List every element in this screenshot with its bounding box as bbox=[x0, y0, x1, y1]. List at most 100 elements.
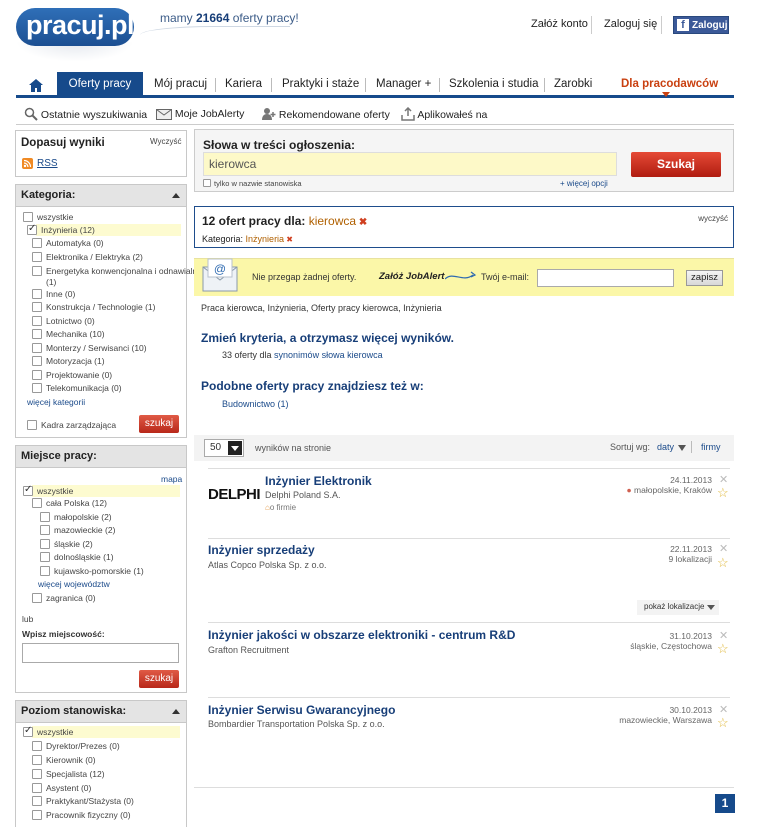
checkbox[interactable] bbox=[32, 356, 42, 366]
synonyms-link[interactable]: synonimów słowa kierowca bbox=[274, 350, 383, 360]
applied-link[interactable]: Aplikowałeś na bbox=[401, 106, 487, 121]
checkbox[interactable] bbox=[32, 238, 42, 248]
recent-searches-link[interactable]: Ostatnie wyszukiwania bbox=[24, 107, 147, 121]
checkbox[interactable] bbox=[32, 370, 42, 380]
tab-szkolenia[interactable]: Szkolenia i studia bbox=[449, 72, 539, 98]
synonyms-line: 33 oferty dla synonimów słowa kierowca bbox=[222, 350, 383, 360]
star-icon[interactable]: ☆ bbox=[717, 555, 729, 571]
more-regions-link[interactable]: więcej województw bbox=[38, 579, 110, 589]
checkbox[interactable] bbox=[40, 552, 50, 562]
tab-zarobki[interactable]: Zarobki bbox=[554, 72, 592, 98]
search-input[interactable]: kierowca bbox=[203, 152, 617, 176]
checkbox[interactable] bbox=[32, 783, 42, 793]
job-title-link[interactable]: Inżynier sprzedaży bbox=[208, 543, 315, 557]
checkbox[interactable] bbox=[32, 810, 42, 820]
save-button[interactable]: zapisz bbox=[686, 270, 723, 286]
show-locations-button[interactable]: pokaż lokalizacje bbox=[637, 600, 719, 615]
checkbox[interactable] bbox=[40, 512, 50, 522]
refine-title: Dopasuj wyniki bbox=[21, 137, 105, 149]
star-icon[interactable]: ☆ bbox=[717, 641, 729, 657]
map-link[interactable]: mapa bbox=[161, 474, 182, 484]
budownictwo-link[interactable]: Budownictwo (1) bbox=[222, 399, 289, 409]
login-link[interactable]: Zaloguj się bbox=[604, 18, 657, 30]
email-input[interactable] bbox=[537, 269, 674, 287]
divider bbox=[661, 16, 662, 34]
checkbox[interactable] bbox=[40, 525, 50, 535]
checkbox[interactable] bbox=[32, 593, 42, 603]
tab-moj-pracuj[interactable]: Mój pracuj bbox=[154, 72, 207, 98]
checkbox[interactable] bbox=[32, 316, 42, 326]
checkbox[interactable] bbox=[27, 420, 37, 430]
clear-filters-link[interactable]: wyczyść bbox=[698, 214, 728, 223]
my-jobalerts-link[interactable]: Moje JobAlerty bbox=[156, 107, 244, 120]
job-title-link[interactable]: Inżynier jakości w obszarze elektroniki … bbox=[208, 628, 515, 642]
sort-date-link[interactable]: daty bbox=[657, 442, 674, 452]
checkbox[interactable] bbox=[32, 383, 42, 393]
checkbox[interactable] bbox=[32, 741, 42, 751]
page-1-button[interactable]: 1 bbox=[715, 794, 735, 813]
checkbox[interactable] bbox=[40, 566, 50, 576]
more-options-link[interactable]: + więcej opcji bbox=[560, 179, 608, 188]
level-header[interactable]: Poziom stanowiska: bbox=[16, 701, 186, 723]
checkbox[interactable] bbox=[32, 302, 42, 312]
category-option: Inne (0) bbox=[46, 289, 76, 299]
remove-filter-icon[interactable]: ✖ bbox=[284, 235, 293, 244]
checkbox[interactable] bbox=[32, 289, 42, 299]
hide-job-icon[interactable]: ✕ bbox=[719, 542, 728, 555]
job-company: Delphi Poland S.A. bbox=[265, 490, 341, 500]
create-account-link[interactable]: Załóż konto bbox=[531, 18, 588, 30]
results-count: 12 ofert pracy dla: kierowca ✖ bbox=[202, 214, 368, 228]
title-only-checkbox[interactable] bbox=[203, 179, 211, 187]
checkbox[interactable] bbox=[32, 343, 42, 353]
clear-link[interactable]: Wyczyść bbox=[150, 137, 181, 146]
create-jobalert-link[interactable]: Załóż JobAlert bbox=[379, 271, 444, 282]
location-header[interactable]: Miejsce pracy: bbox=[16, 446, 186, 468]
divider bbox=[591, 16, 592, 34]
category-header[interactable]: Kategoria: bbox=[16, 185, 186, 207]
category-search-button[interactable]: szukaj bbox=[139, 415, 179, 433]
checkbox[interactable] bbox=[32, 498, 42, 508]
checkbox[interactable] bbox=[32, 266, 42, 276]
checkbox[interactable] bbox=[23, 725, 33, 737]
more-categories-link[interactable]: więcej kategorii bbox=[27, 397, 85, 407]
listing-toolbar: 50 wyników na stronie Sortuj wg: daty fi… bbox=[194, 435, 734, 461]
facebook-login-button[interactable]: f Zaloguj bbox=[673, 16, 729, 34]
checkbox[interactable] bbox=[32, 755, 42, 765]
about-company-link[interactable]: ⌂o firmie bbox=[265, 503, 296, 512]
home-tab[interactable] bbox=[16, 72, 56, 98]
star-icon[interactable]: ☆ bbox=[717, 715, 729, 731]
svg-text:@: @ bbox=[214, 262, 226, 276]
star-icon[interactable]: ☆ bbox=[717, 485, 729, 501]
tab-manager[interactable]: Manager + bbox=[376, 72, 431, 98]
per-page-select[interactable]: 50 bbox=[204, 439, 244, 457]
collapse-icon[interactable] bbox=[172, 193, 180, 198]
site-logo[interactable]: pracuj.pl bbox=[16, 8, 135, 46]
collapse-icon[interactable] bbox=[172, 709, 180, 714]
checkbox[interactable] bbox=[32, 329, 42, 339]
recommended-offers-link[interactable]: Rekomendowane oferty bbox=[262, 107, 390, 121]
checkbox[interactable] bbox=[32, 252, 42, 262]
tab-kariera[interactable]: Kariera bbox=[225, 72, 262, 98]
job-title-link[interactable]: Inżynier Serwisu Gwarancyjnego bbox=[208, 703, 395, 717]
checkbox[interactable] bbox=[23, 484, 33, 496]
rss-icon bbox=[22, 158, 33, 169]
job-date: 30.10.2013 bbox=[669, 705, 712, 715]
job-date: 24.11.2013 bbox=[670, 475, 712, 485]
job-company: Bombardier Transportation Polska Sp. z o… bbox=[208, 719, 385, 729]
company-logo[interactable]: DELPHI bbox=[208, 486, 261, 503]
rss-link[interactable]: RSS bbox=[37, 158, 58, 169]
checkbox[interactable] bbox=[40, 539, 50, 549]
checkbox[interactable] bbox=[32, 769, 42, 779]
tab-dla-pracodawcow[interactable]: Dla pracodawców bbox=[621, 72, 718, 98]
sort-company-link[interactable]: firmy bbox=[701, 442, 721, 452]
checkbox[interactable] bbox=[27, 223, 37, 235]
job-title-link[interactable]: Inżynier Elektronik bbox=[265, 474, 372, 488]
search-button[interactable]: Szukaj bbox=[631, 152, 721, 177]
checkbox[interactable] bbox=[23, 212, 33, 222]
tab-oferty-pracy[interactable]: Oferty pracy bbox=[57, 72, 143, 98]
city-input[interactable] bbox=[22, 643, 179, 663]
tab-praktyki[interactable]: Praktyki i staże bbox=[282, 72, 359, 98]
checkbox[interactable] bbox=[32, 796, 42, 806]
location-search-button[interactable]: szukaj bbox=[139, 670, 179, 688]
user-plus-icon bbox=[262, 108, 276, 120]
